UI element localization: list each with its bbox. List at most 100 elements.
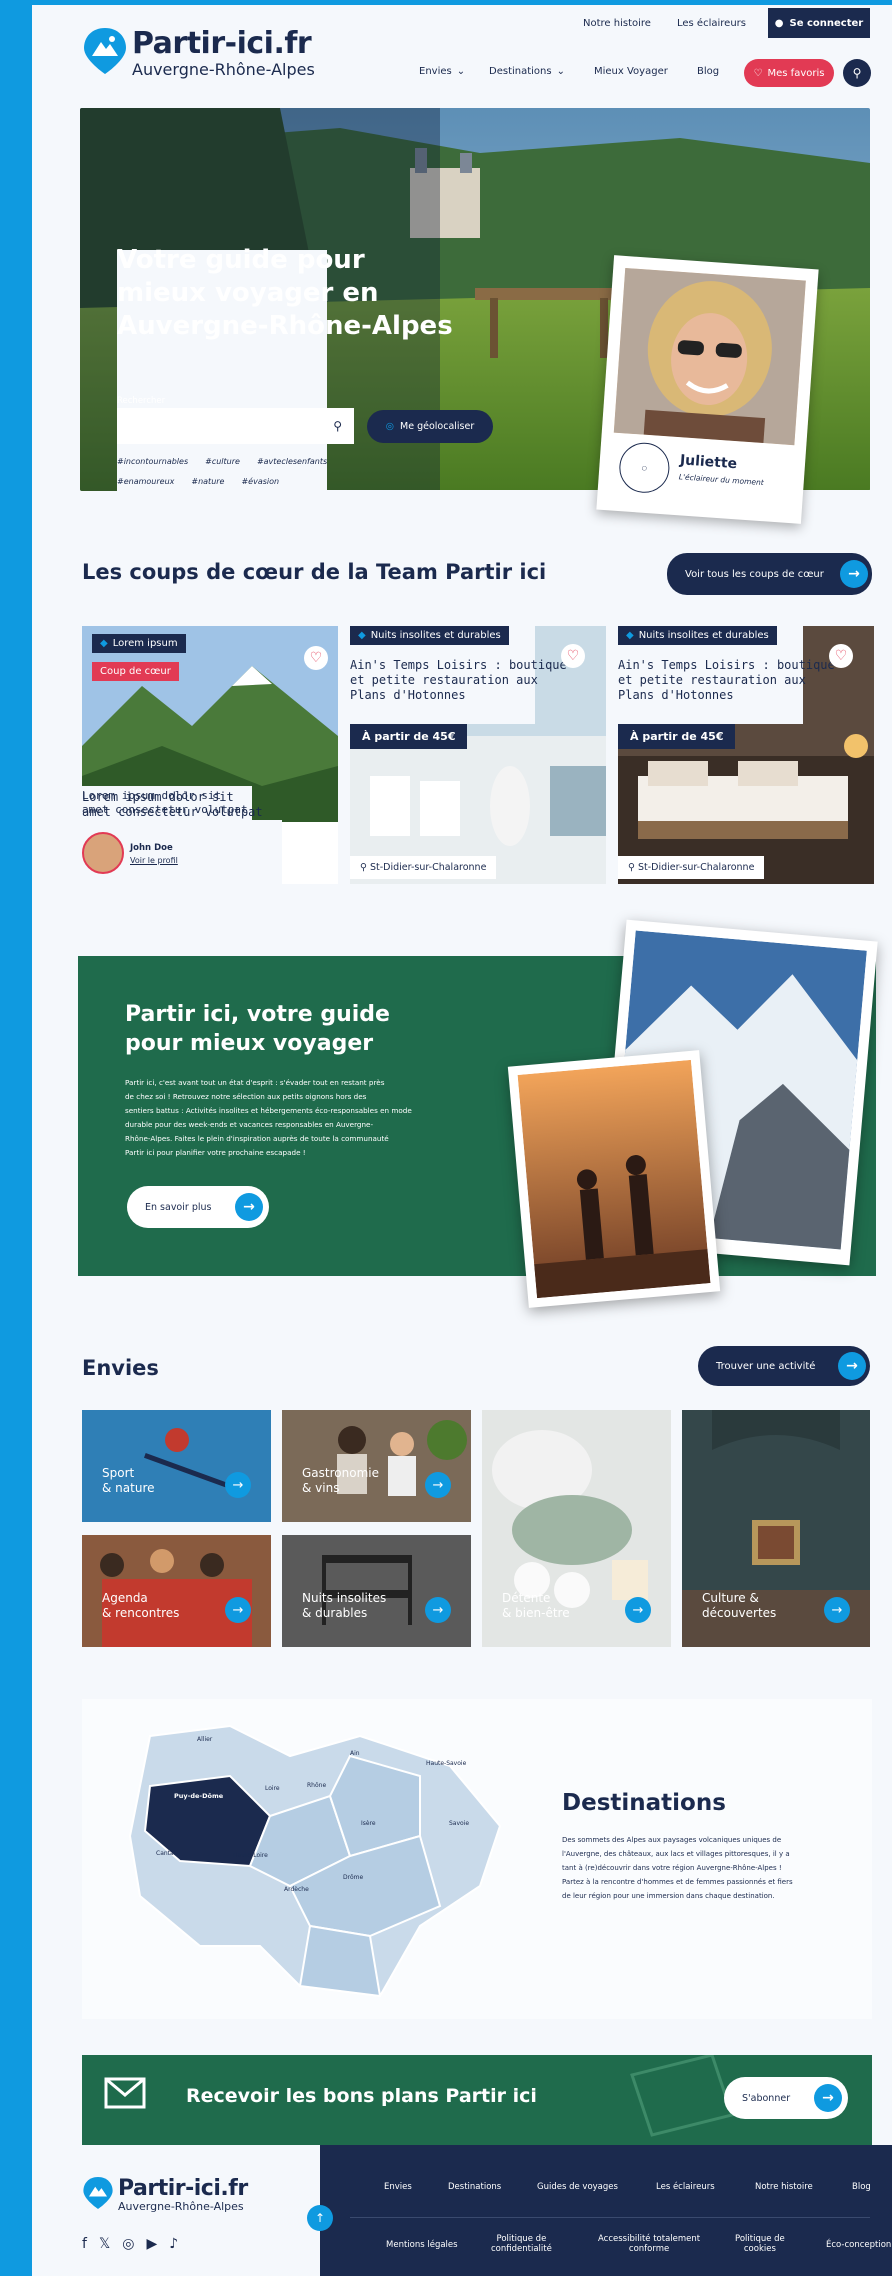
hashtag-link[interactable]: #enamoureux: [117, 477, 174, 486]
nav-destinations[interactable]: Destinations ⌄: [489, 66, 565, 77]
subscribe-button[interactable]: S'abonner →: [724, 2077, 848, 2119]
favorites-button[interactable]: ♡ Mes favoris: [744, 59, 834, 87]
region-label[interactable]: Ardèche: [284, 1886, 309, 1893]
arrow-right-icon: →: [425, 1597, 451, 1623]
hashtag-link[interactable]: #avteclesenfants: [257, 457, 327, 466]
hashtag-link[interactable]: #évasion: [241, 477, 279, 486]
profile-link[interactable]: Voir le profil: [130, 856, 178, 865]
util-link-histoire[interactable]: Notre histoire: [583, 18, 651, 29]
nav-envies[interactable]: Envies ⌄: [419, 66, 465, 77]
tile-label-line: & rencontres: [102, 1606, 180, 1620]
envie-tile-agenda[interactable]: Agenda & rencontres →: [82, 1535, 271, 1647]
footer-legal-mentions[interactable]: Mentions légales: [386, 2240, 458, 2250]
nav-mieux-voyager[interactable]: Mieux Voyager: [594, 66, 668, 77]
arrow-right-icon: →: [425, 1472, 451, 1498]
footer-legal-accessibility[interactable]: Accessibilité totalement conforme: [598, 2234, 700, 2254]
subscribe-label: S'abonner: [742, 2092, 791, 2104]
tile-label: Gastronomie & vins: [302, 1466, 379, 1496]
footer-nav-eclaireurs[interactable]: Les éclaireurs: [656, 2182, 715, 2192]
hashtag-link[interactable]: #incontournables: [117, 457, 188, 466]
util-link-eclaireurs[interactable]: Les éclaireurs: [677, 18, 746, 29]
geolocate-button[interactable]: ◎ Me géolocaliser: [367, 410, 493, 443]
region-label[interactable]: Savoie: [449, 1820, 469, 1827]
arrow-right-icon: →: [840, 560, 868, 588]
region-label[interactable]: Rhône: [307, 1782, 326, 1789]
arrow-right-icon: →: [625, 1597, 651, 1623]
target-icon: ◎: [385, 421, 395, 432]
instagram-icon[interactable]: ◎: [122, 2236, 134, 2252]
heart-icon[interactable]: ♡: [829, 644, 853, 668]
tile-label-line: Sport: [102, 1466, 135, 1480]
region-label[interactable]: Cantal: [156, 1850, 175, 1857]
envies-title: Envies: [82, 1356, 159, 1380]
tiktok-icon[interactable]: ♪: [169, 2236, 178, 2252]
card1-text-overlay: Lorem ipsum dolor sit amet consectetur v…: [82, 790, 263, 820]
footer-brand-name[interactable]: Partir-ici.fr: [118, 2176, 248, 2201]
envie-tile-gastronomie[interactable]: Gastronomie & vins →: [282, 1410, 471, 1522]
card-title-line: et petite restauration aux: [618, 673, 806, 687]
coup-de-coeur-badge: Coup de cœur: [92, 662, 179, 681]
nav-blog[interactable]: Blog: [697, 66, 719, 77]
footer-legal-ecodesign[interactable]: Éco-conception: [826, 2240, 891, 2250]
favorites-label: Mes favoris: [767, 67, 825, 79]
region-label[interactable]: Isère: [361, 1820, 376, 1827]
find-activity-label: Trouver une activité: [716, 1360, 816, 1372]
footer-nav-histoire[interactable]: Notre histoire: [755, 2182, 813, 2192]
x-icon[interactable]: 𝕏: [99, 2236, 110, 2252]
search-input[interactable]: ⚲: [117, 408, 354, 444]
brand-subtitle: Auvergne-Rhône-Alpes: [132, 60, 315, 79]
envie-tile-nuits[interactable]: Nuits insolites & durables →: [282, 1535, 471, 1647]
logo[interactable]: [82, 26, 128, 80]
favorite-card[interactable]: ◆ Nuits insolites et durables Ain's Temp…: [618, 626, 874, 884]
learn-more-label: En savoir plus: [145, 1201, 212, 1213]
pin-icon: ⚲: [628, 862, 635, 873]
footer-nav-guides[interactable]: Guides de voyages: [537, 2182, 618, 2192]
footer-legal-line: confidentialité: [491, 2244, 552, 2254]
card-title-line: Plans d'Hotonnes: [350, 688, 466, 702]
learn-more-button[interactable]: En savoir plus →: [127, 1186, 269, 1228]
eclaireur-polaroid[interactable]: ○ Juliette L'éclaireur du moment: [596, 255, 819, 524]
youtube-icon[interactable]: ▶: [146, 2236, 157, 2252]
tile-label: Agenda & rencontres: [102, 1591, 179, 1621]
login-button[interactable]: ● Se connecter: [768, 8, 870, 38]
hashtag-link[interactable]: #nature: [191, 477, 224, 486]
footer-legal-cookies[interactable]: Politique de cookies: [735, 2234, 785, 2254]
see-all-favorites-button[interactable]: Voir tous les coups de cœur →: [667, 553, 872, 595]
region-label[interactable]: Allier: [197, 1736, 212, 1743]
card-tag: ◆ Lorem ipsum: [92, 634, 186, 653]
region-label[interactable]: Haute-Loire: [233, 1852, 268, 1859]
hero-tags-row1: #incontournables #culture #avteclesenfan…: [117, 457, 327, 466]
pin-icon: ⚲: [360, 862, 367, 873]
footer-nav-envies[interactable]: Envies: [384, 2182, 412, 2192]
logo-pin-icon: [83, 2177, 113, 2209]
region-label[interactable]: Haute-Savoie: [426, 1760, 466, 1767]
footer-legal-privacy[interactable]: Politique de confidentialité: [491, 2234, 552, 2254]
envie-tile-detente[interactable]: Détente & bien-être →: [482, 1410, 671, 1647]
region-label-selected[interactable]: Puy-de-Dôme: [174, 1792, 223, 1800]
envie-tile-culture[interactable]: Culture & découvertes →: [682, 1410, 870, 1647]
envie-tile-sport[interactable]: Sport & nature →: [82, 1410, 271, 1522]
find-activity-button[interactable]: Trouver une activité →: [698, 1346, 870, 1386]
favorites-title: Les coups de cœur de la Team Partir ici: [82, 560, 547, 584]
region-label[interactable]: Drôme: [343, 1874, 363, 1881]
facebook-icon[interactable]: f: [82, 2236, 87, 2252]
footer-nav-destinations[interactable]: Destinations: [448, 2182, 501, 2192]
brand-name[interactable]: Partir-ici.fr: [132, 26, 312, 61]
back-to-top-icon[interactable]: ↑: [307, 2205, 333, 2231]
heart-icon[interactable]: ♡: [561, 644, 585, 668]
arrow-right-icon: →: [225, 1597, 251, 1623]
favorite-card[interactable]: ◆ Nuits insolites et durables Ain's Temp…: [350, 626, 606, 884]
sunset-friends-illustration: [517, 1059, 711, 1299]
footer-nav-blog[interactable]: Blog: [852, 2182, 871, 2192]
author-name: John Doe: [130, 843, 173, 853]
search-icon[interactable]: ⚲: [843, 59, 871, 87]
footer-nav-panel: [320, 2145, 892, 2276]
heart-icon[interactable]: ♡: [304, 646, 328, 670]
hero-title: Votre guide pour mieux voyager en Auverg…: [117, 244, 453, 343]
card-tag-label: Nuits insolites et durables: [370, 630, 501, 641]
hashtag-link[interactable]: #culture: [205, 457, 240, 466]
footer-logo[interactable]: [82, 2175, 114, 2215]
region-label[interactable]: Loire: [265, 1785, 280, 1792]
guide-body: Partir ici, c'est avant tout un état d'e…: [125, 1076, 455, 1160]
region-label[interactable]: Ain: [350, 1750, 360, 1757]
